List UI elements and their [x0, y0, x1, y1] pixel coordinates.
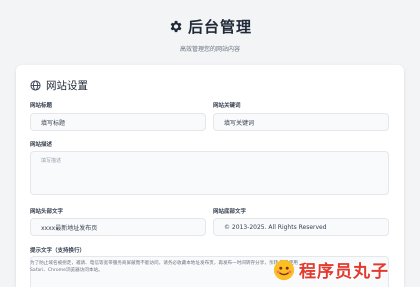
footer-text-value: © 2013-2025. All Rights Reserved — [224, 223, 327, 231]
site-title-value: 填写标题 — [41, 119, 66, 127]
page-subtitle: 高效管理您的网站内容 — [179, 46, 240, 53]
notice-text-value: 为了防止域名被拐走，邀请、电信等宽带服务商屏蔽而不能访问，请务必收藏本地址发布页… — [30, 261, 298, 273]
watermark: 程序员丸子 — [273, 252, 420, 287]
header-text-input[interactable]: xxxx最新地址发布页 — [30, 218, 206, 236]
footer-text-label: 网站底部文字 — [213, 209, 247, 215]
site-keywords-input[interactable]: 填写关键词 — [213, 113, 389, 131]
header-text-label: 网站头部文字 — [30, 209, 64, 215]
gear-icon — [170, 20, 182, 33]
page-header: 后台管理 高效管理您的网站内容 — [0, 0, 420, 53]
card-title-row: 网站设置 — [30, 78, 390, 93]
watermark-text: 程序员丸子 — [299, 262, 389, 282]
globe-icon — [30, 80, 41, 91]
title-row: 后台管理 — [0, 16, 420, 37]
site-description-placeholder: 填写描述 — [41, 158, 62, 164]
site-title-input[interactable]: 填写标题 — [30, 113, 206, 131]
footer-text-input[interactable]: © 2013-2025. All Rights Reserved — [213, 218, 389, 236]
site-description-label: 网站描述 — [30, 142, 53, 148]
page-title: 后台管理 — [187, 18, 252, 36]
card-title: 网站设置 — [46, 80, 88, 92]
header-text-value: xxxx最新地址发布页 — [41, 224, 98, 232]
site-description-textarea[interactable]: 填写描述 — [30, 151, 389, 195]
avatar-icon — [273, 259, 295, 280]
site-title-label: 网站标题 — [30, 103, 53, 109]
site-keywords-label: 网站关键词 — [213, 103, 241, 109]
site-keywords-value: 填写关键词 — [224, 119, 255, 127]
notice-text-label: 提示文字（支持换行） — [30, 248, 86, 254]
